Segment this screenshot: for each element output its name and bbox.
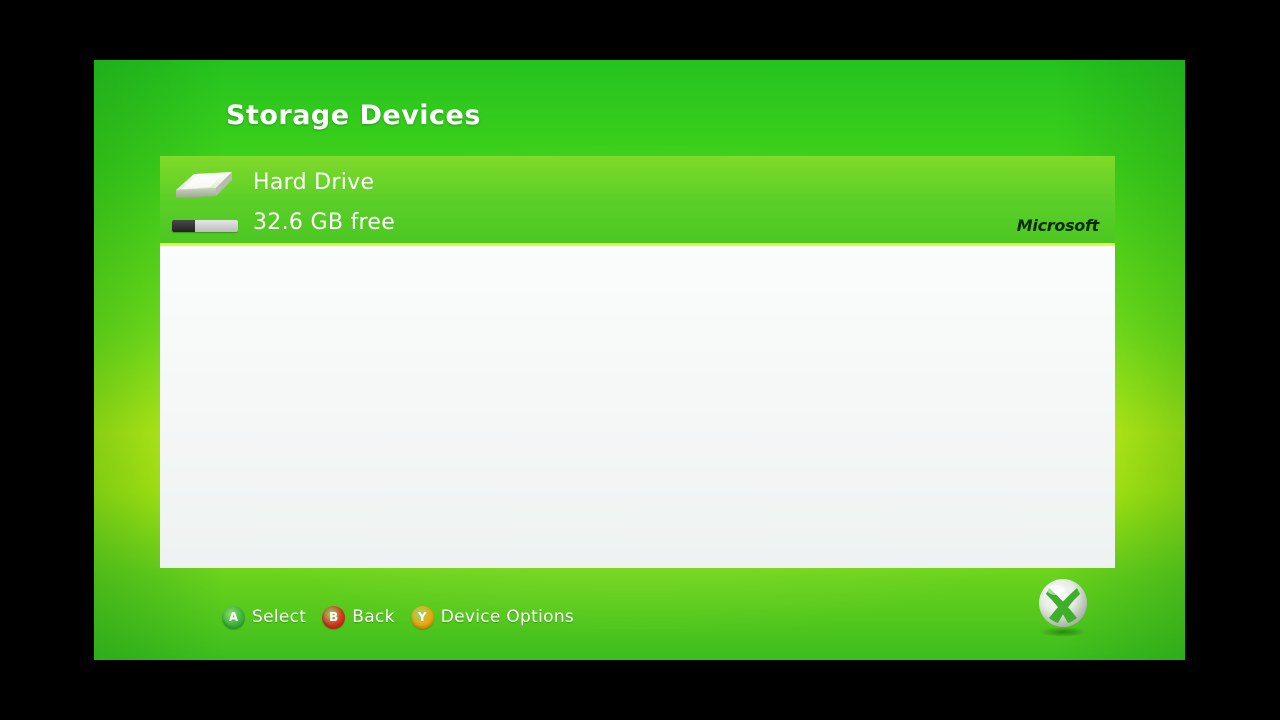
device-name: Hard Drive [253,170,375,195]
page-title: Storage Devices [226,100,481,131]
device-options-label: Device Options [440,607,575,627]
back-button[interactable]: B Back [322,605,395,629]
storage-usage-fill [172,220,196,232]
storage-device-panel: Hard Drive 32.6 GB free Microsoft [160,156,1115,568]
back-label: Back [352,607,395,627]
a-button-icon: A [222,605,245,629]
device-item-hard-drive[interactable]: Hard Drive 32.6 GB free Microsoft [160,156,1115,246]
select-label: Select [252,607,307,627]
hard-drive-icon [176,172,232,198]
y-button-icon: Y [410,605,434,629]
controller-button-hints: A Select B Back Y Device Options [222,604,590,630]
device-free-space: 32.6 GB free [253,210,396,235]
device-list-area [160,246,1115,568]
b-button-icon: B [322,605,346,629]
manufacturer-logo: Microsoft [1016,216,1100,235]
xbox-logo-icon [1039,579,1087,637]
dashboard-screen: Storage Devices Hard Drive 32.6 GB free … [94,60,1185,660]
storage-usage-bar [172,220,238,232]
device-options-button[interactable]: Y Device Options [410,605,575,629]
select-button[interactable]: A Select [222,605,307,629]
